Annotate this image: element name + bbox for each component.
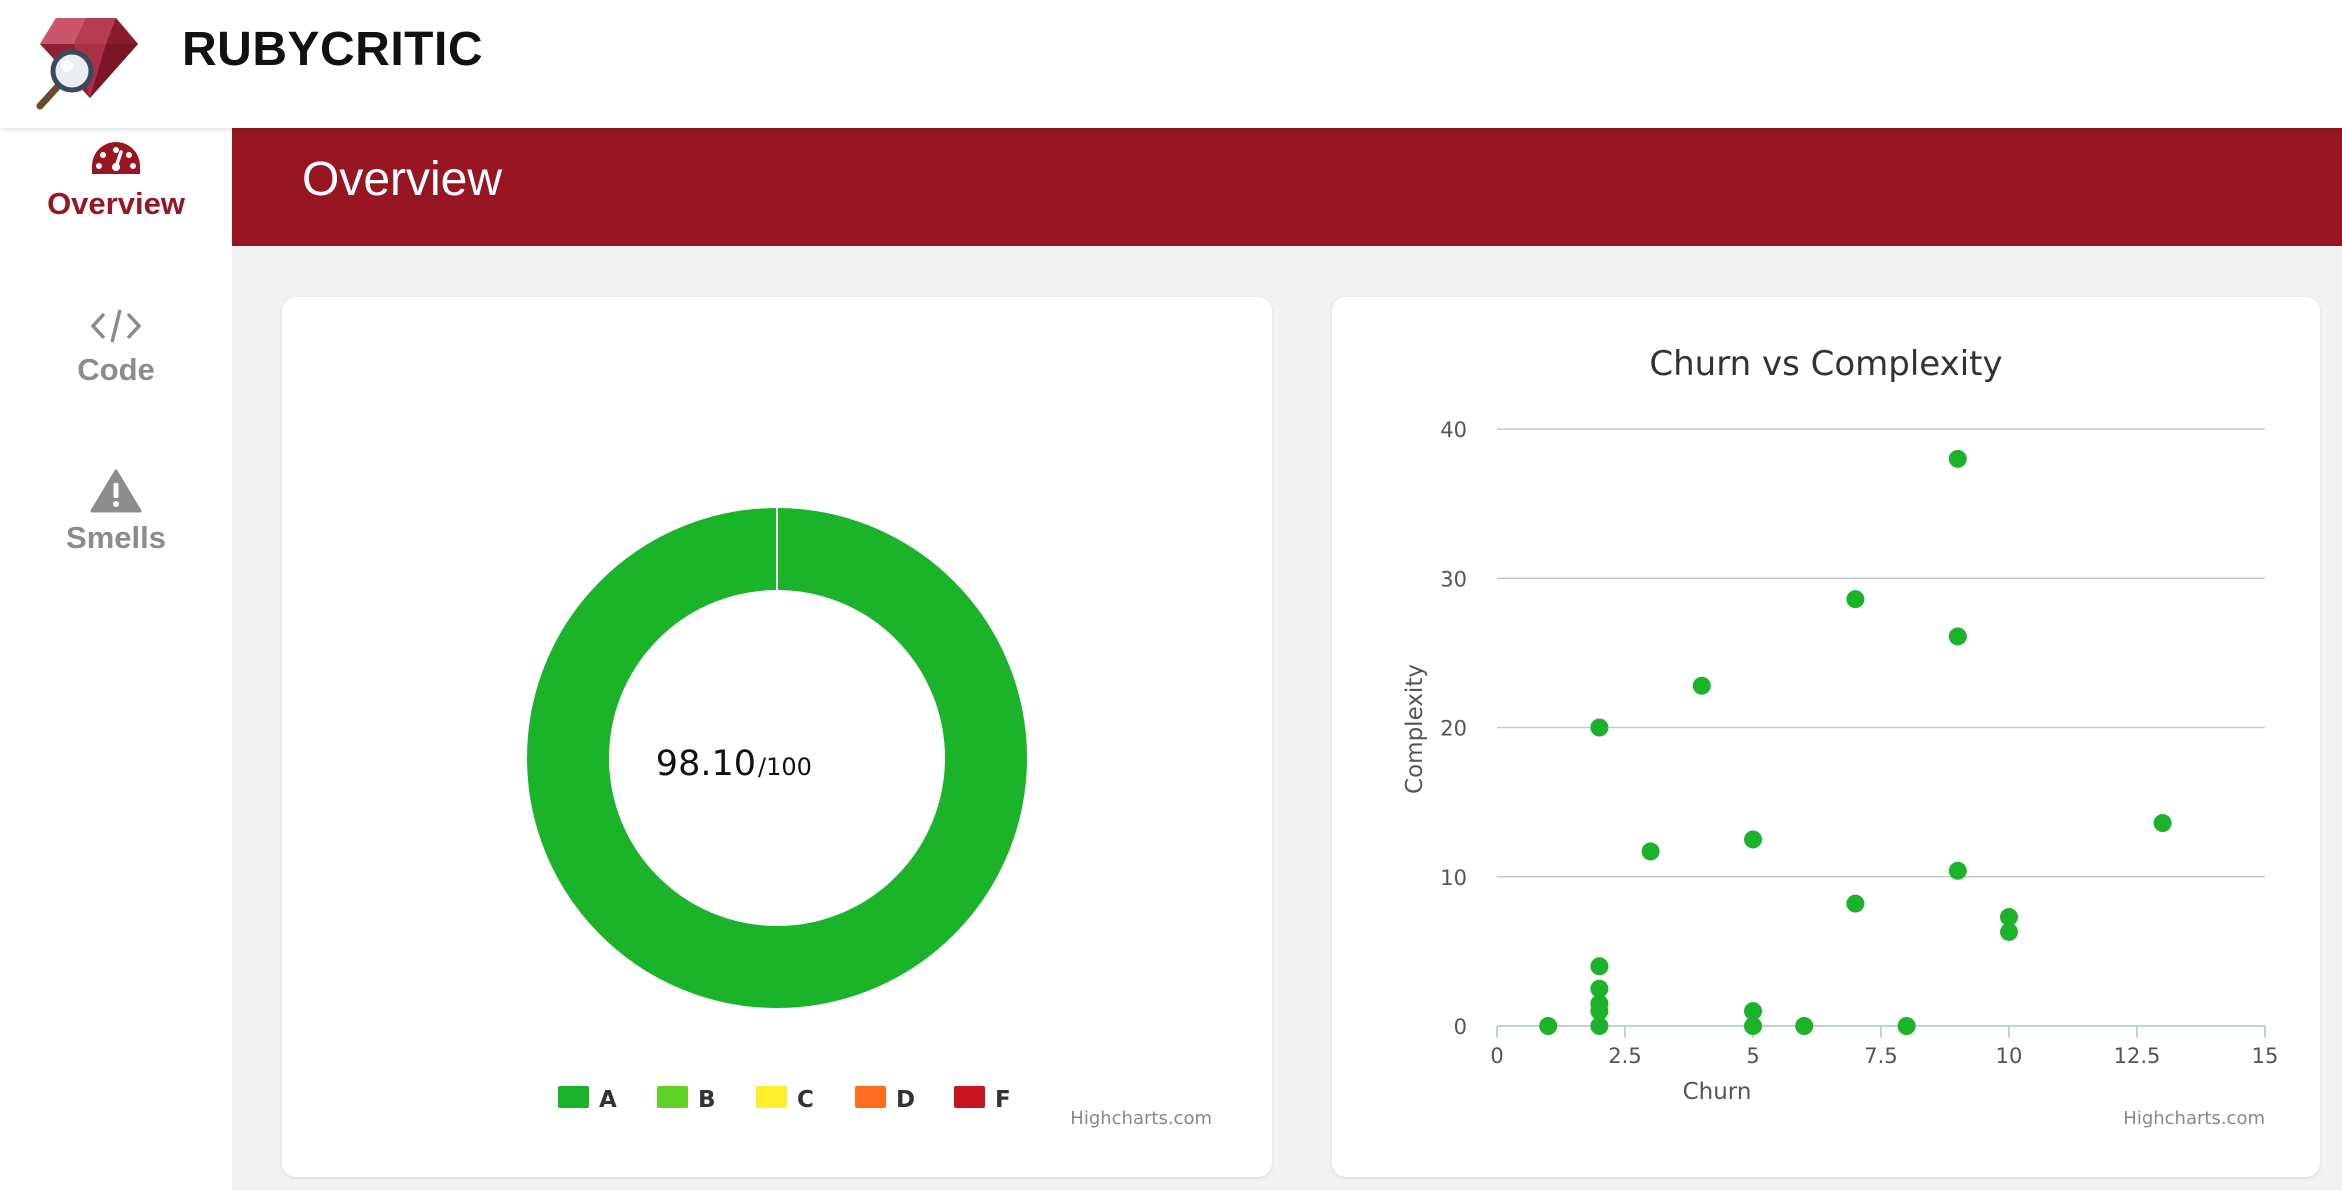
- y-tick-label: 20: [1440, 717, 1467, 741]
- y-tick-label: 40: [1440, 418, 1467, 442]
- sidebar-item-label: Overview: [47, 186, 185, 221]
- top-bar: RUBYCRITIC: [0, 0, 2342, 128]
- legend-label: F: [995, 1087, 1011, 1113]
- x-tick-label: 12.5: [2114, 1044, 2161, 1068]
- scatter-point[interactable]: [1590, 979, 1609, 998]
- legend-label: B: [698, 1087, 716, 1113]
- score-max: /100: [758, 753, 812, 781]
- churn-complexity-card: Churn vs Complexity 0 10 20 30 40 0 2.5 5 7.5 10 1…: [1332, 297, 2320, 1177]
- sidebar-item-label: Smells: [66, 520, 166, 555]
- x-tick-label: 5: [1746, 1044, 1759, 1068]
- legend-label: A: [599, 1087, 617, 1113]
- sidebar-item-overview[interactable]: Overview: [0, 140, 232, 222]
- y-axis-label: Complexity: [1402, 664, 1428, 794]
- scatter-point[interactable]: [1744, 830, 1762, 849]
- sidebar-item-label: Code: [77, 352, 155, 387]
- legend-swatch: [657, 1086, 688, 1108]
- scatter-point[interactable]: [1948, 861, 1967, 880]
- x-tick-label: 0: [1490, 1044, 1503, 1068]
- sidebar-item-smells[interactable]: Smells: [0, 468, 232, 556]
- legend-swatch: [558, 1086, 589, 1108]
- legend-item-a[interactable]: A: [558, 1086, 617, 1113]
- legend-item-c[interactable]: C: [756, 1086, 814, 1113]
- scatter-point[interactable]: [1641, 842, 1660, 861]
- chart-title: Churn vs Complexity: [1649, 344, 2002, 384]
- churn-complexity-chart: Churn vs Complexity 0 10 20 30 40 0 2.5 5 7.5 10 1…: [1402, 344, 2279, 1129]
- x-axis-label: Churn: [1683, 1079, 1752, 1105]
- dashboard-icon: [92, 142, 140, 174]
- scatter-point[interactable]: [1795, 1017, 1814, 1035]
- scatter-point[interactable]: [1590, 718, 1609, 737]
- scatter-point[interactable]: [1948, 627, 1967, 646]
- legend-swatch: [855, 1086, 886, 1108]
- legend-item-f[interactable]: F: [954, 1086, 1011, 1113]
- x-tick-label: 7.5: [1864, 1044, 1897, 1068]
- sidebar: Overview Code Smells: [0, 128, 232, 1190]
- y-tick-label: 30: [1440, 567, 1467, 591]
- scatter-point[interactable]: [1846, 894, 1865, 913]
- x-tick-label: 10: [1996, 1044, 2023, 1068]
- y-tick-label: 0: [1454, 1015, 1467, 1039]
- scatter-point[interactable]: [2000, 908, 2018, 927]
- chart-credit[interactable]: Highcharts.com: [2123, 1108, 2265, 1129]
- scatter-point[interactable]: [1692, 676, 1711, 695]
- sidebar-item-code[interactable]: Code: [0, 306, 232, 388]
- rubycritic-logo[interactable]: [34, 14, 146, 114]
- legend-label: C: [797, 1087, 814, 1113]
- scatter-point[interactable]: [1846, 590, 1865, 609]
- legend-swatch: [954, 1086, 985, 1108]
- x-tick-label: 2.5: [1608, 1044, 1641, 1068]
- scatter-point[interactable]: [1897, 1017, 1916, 1035]
- warning-icon: [90, 469, 142, 513]
- grade-donut-chart: 98.10 /100 A B C D F Highcharts.com: [527, 508, 1212, 1129]
- legend-item-d[interactable]: D: [855, 1086, 915, 1113]
- score-card: 98.10 /100 A B C D F Highcharts.com: [282, 297, 1272, 1177]
- page-title: Overview: [302, 153, 503, 206]
- score-value: 98.10: [656, 744, 756, 784]
- app-brand-name: RUBYCRITIC: [182, 23, 483, 76]
- y-tick-label: 10: [1440, 866, 1467, 890]
- scatter-point[interactable]: [1539, 1017, 1558, 1035]
- scatter-point[interactable]: [1948, 449, 1967, 468]
- legend-label: D: [896, 1087, 915, 1113]
- scatter-point[interactable]: [1590, 957, 1609, 976]
- scatter-point[interactable]: [2153, 814, 2172, 833]
- legend-item-b[interactable]: B: [657, 1086, 716, 1113]
- chart-credit[interactable]: Highcharts.com: [1070, 1108, 1212, 1129]
- code-icon: [90, 309, 142, 343]
- page-header: Overview: [232, 128, 2342, 246]
- x-tick-label: 15: [2252, 1044, 2279, 1068]
- legend-swatch: [756, 1086, 787, 1108]
- scatter-point[interactable]: [1744, 1002, 1762, 1021]
